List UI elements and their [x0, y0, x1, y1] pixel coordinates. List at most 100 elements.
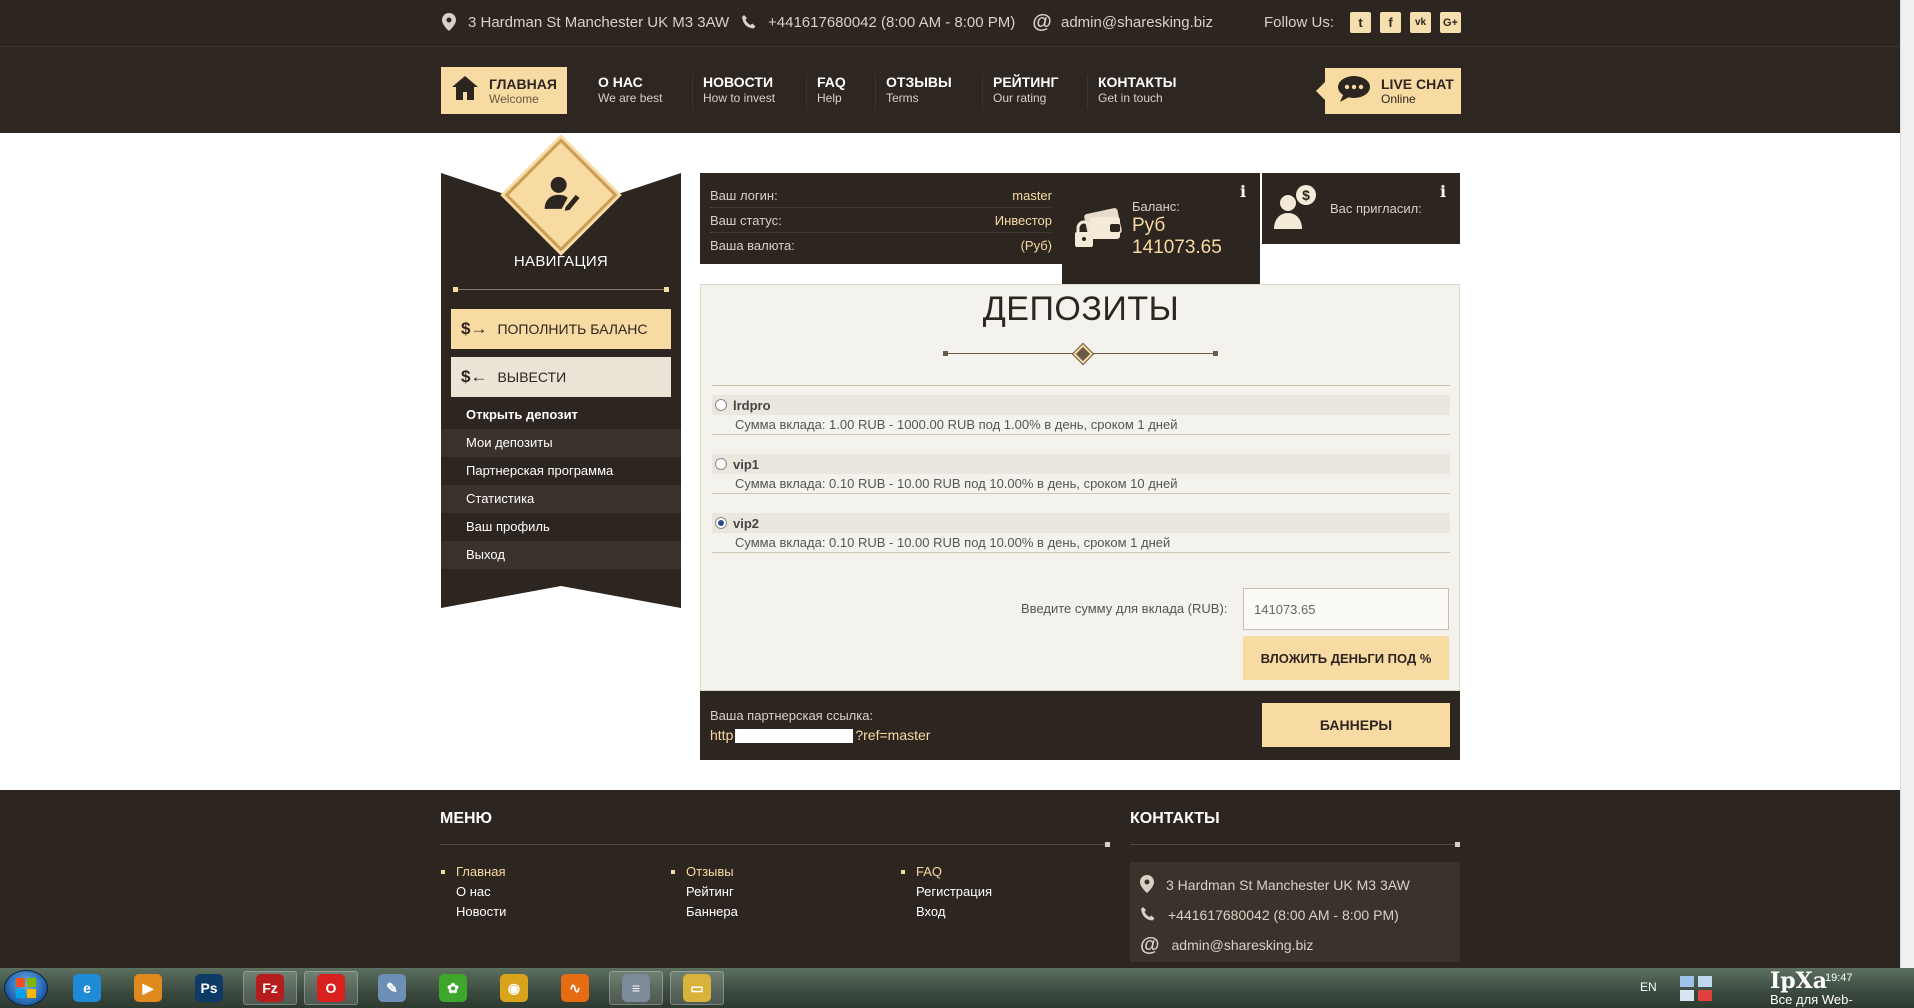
- topbar-email-text[interactable]: admin@sharesking.biz: [1061, 14, 1213, 31]
- footer-contacts-box: 3 Hardman St Manchester UK M3 3AW +44161…: [1130, 862, 1460, 962]
- nav-reviews[interactable]: ОТЗЫВЫ Terms: [875, 74, 952, 110]
- login-value: master: [1012, 188, 1052, 203]
- media-player-icon: ▶: [134, 974, 162, 1002]
- aimp-taskbar-button[interactable]: ∿: [548, 971, 602, 1005]
- dollar-in-icon: $→: [461, 319, 488, 338]
- nav-rating-subtitle: Our rating: [993, 91, 1047, 105]
- phone-icon: [740, 13, 758, 31]
- footer-link-register[interactable]: Регистрация: [901, 882, 992, 902]
- sidebar-item-my-deposits[interactable]: Мои депозиты: [441, 429, 681, 457]
- opera-taskbar-button[interactable]: O: [304, 971, 358, 1005]
- referral-link-suffix: ?ref=master: [855, 727, 931, 743]
- internet-explorer-icon: e: [73, 974, 101, 1002]
- internet-explorer-taskbar-button[interactable]: e: [60, 971, 114, 1005]
- media-player-taskbar-button[interactable]: ▶: [121, 971, 175, 1005]
- balance-label: Баланс:: [1132, 199, 1180, 214]
- paint-taskbar-button[interactable]: ✎: [365, 971, 419, 1005]
- footer-link-news[interactable]: Новости: [441, 902, 506, 922]
- footer-email[interactable]: @ admin@sharesking.biz: [1140, 930, 1450, 960]
- withdraw-button[interactable]: $← ВЫВЕСТИ: [451, 357, 671, 397]
- filezilla-taskbar-button[interactable]: Fz: [243, 971, 297, 1005]
- nav-contacts[interactable]: КОНТАКТЫ Get in touch: [1087, 74, 1176, 110]
- top-up-balance-button[interactable]: $→ ПОПОЛНИТЬ БАЛАНС: [451, 309, 671, 349]
- nav-about[interactable]: О НАС We are best: [588, 74, 662, 110]
- footer-link-home[interactable]: Главная: [441, 862, 506, 882]
- icq-taskbar-button[interactable]: ✿: [426, 971, 480, 1005]
- sidebar-navigation: НАВИГАЦИЯ $→ ПОПОЛНИТЬ БАЛАНС $← ВЫВЕСТИ…: [441, 138, 681, 608]
- nav-news[interactable]: НОВОСТИ How to invest: [692, 74, 775, 110]
- referrer-label: Вас пригласил:: [1330, 201, 1422, 216]
- sidebar-item-open-deposit[interactable]: Открыть депозит: [441, 401, 681, 429]
- currency-label: Ваша валюта:: [710, 238, 795, 253]
- footer-phone: +441617680042 (8:00 AM - 8:00 PM): [1140, 900, 1450, 930]
- topbar-address: 3 Hardman St Manchester UK M3 3AW: [440, 13, 729, 31]
- nav-contacts-subtitle: Get in touch: [1098, 91, 1163, 105]
- nav-home-title: ГЛАВНАЯ: [489, 75, 557, 92]
- amount-label: Введите сумму для вклада (RUB):: [1021, 601, 1228, 616]
- footer-link-about[interactable]: О нас: [441, 882, 506, 902]
- referral-bar: Ваша партнерская ссылка: http ?ref=master…: [700, 691, 1460, 760]
- live-chat-button[interactable]: LIVE CHAT Online: [1316, 68, 1461, 114]
- plan-option-lrdpro[interactable]: lrdpro Сумма вклада: 1.00 RUB - 1000.00 …: [712, 395, 1450, 435]
- facebook-icon[interactable]: f: [1380, 12, 1401, 33]
- file-explorer-icon: ▭: [683, 974, 711, 1002]
- top-info-bar: 3 Hardman St Manchester UK M3 3AW +44161…: [0, 0, 1900, 47]
- plan-name: vip2: [733, 515, 760, 531]
- footer-link-rating[interactable]: Рейтинг: [671, 882, 738, 902]
- footer-email-text[interactable]: admin@sharesking.biz: [1172, 937, 1314, 953]
- nav-faq[interactable]: FAQ Help: [806, 74, 846, 110]
- text-editor-taskbar-button[interactable]: ≡: [609, 971, 663, 1005]
- sidebar-item-affiliate[interactable]: Партнерская программа: [441, 457, 681, 485]
- footer-link-reviews[interactable]: Отзывы: [671, 862, 738, 882]
- google-plus-icon[interactable]: G+: [1440, 12, 1461, 33]
- main-navigation: ГЛАВНАЯ Welcome О НАС We are best НОВОСТ…: [0, 47, 1900, 133]
- footer-link-login[interactable]: Вход: [901, 902, 992, 922]
- sidebar-emblem: [504, 138, 618, 252]
- invest-button[interactable]: ВЛОЖИТЬ ДЕНЬГИ ПОД %: [1243, 636, 1449, 680]
- opera-icon: O: [317, 974, 345, 1002]
- photoshop-taskbar-button[interactable]: Ps: [182, 971, 236, 1005]
- plan-name: lrdpro: [733, 397, 771, 413]
- plan-radio-lrdpro[interactable]: [715, 399, 727, 411]
- plan-name: vip1: [733, 456, 760, 472]
- banners-button[interactable]: БАННЕРЫ: [1262, 703, 1450, 747]
- plan-option-vip1[interactable]: vip1 Сумма вклада: 0.10 RUB - 10.00 RUB …: [712, 454, 1450, 494]
- referrer-info-icon[interactable]: i: [1440, 182, 1446, 201]
- sidebar-title: НАВИГАЦИЯ: [513, 253, 609, 270]
- tray-network-icon[interactable]: [1676, 974, 1720, 1002]
- sidebar-item-logout[interactable]: Выход: [441, 541, 681, 569]
- plan-radio-vip1[interactable]: [715, 458, 727, 470]
- plans-separator: [712, 385, 1450, 386]
- page-scrollbar[interactable]: [1900, 0, 1914, 968]
- footer-link-banners[interactable]: Баннера: [671, 902, 738, 922]
- nav-home[interactable]: ГЛАВНАЯ Welcome: [441, 67, 567, 114]
- system-clock[interactable]: 19:47: [1825, 972, 1853, 984]
- sidebar-item-statistics[interactable]: Статистика: [441, 485, 681, 513]
- nav-rating[interactable]: РЕЙТИНГ Our rating: [982, 74, 1058, 110]
- file-explorer-taskbar-button[interactable]: ▭: [670, 971, 724, 1005]
- balance-info-icon[interactable]: i: [1240, 182, 1246, 201]
- footer-menu-col-1: Главная О нас Новости: [441, 862, 506, 922]
- plan-option-vip2[interactable]: vip2 Сумма вклада: 0.10 RUB - 10.00 RUB …: [712, 513, 1450, 553]
- sidebar-ribbon-tail: [441, 586, 681, 608]
- language-indicator[interactable]: EN: [1640, 980, 1657, 994]
- follow-us-label: Follow Us:: [1264, 14, 1335, 31]
- plan-description: Сумма вклада: 0.10 RUB - 10.00 RUB под 1…: [735, 476, 1178, 491]
- sidebar-item-profile[interactable]: Ваш профиль: [441, 513, 681, 541]
- chat-bubble-icon: [1337, 75, 1371, 108]
- chrome-taskbar-button[interactable]: ◉: [487, 971, 541, 1005]
- topbar-email[interactable]: @ admin@sharesking.biz: [1032, 11, 1213, 33]
- account-login-row: Ваш логин: master: [710, 183, 1052, 208]
- footer-menu-col-3: FAQ Регистрация Вход: [901, 862, 992, 922]
- watermark-logo: IpXa: [1770, 968, 1827, 994]
- login-label: Ваш логин:: [710, 188, 778, 203]
- start-button[interactable]: [4, 970, 48, 1006]
- footer-link-faq[interactable]: FAQ: [901, 862, 992, 882]
- vk-icon[interactable]: vk: [1410, 12, 1431, 33]
- currency-value: (Руб): [1020, 238, 1052, 253]
- user-edit-icon: [541, 173, 581, 218]
- plan-radio-vip2[interactable]: [715, 517, 727, 529]
- twitter-icon[interactable]: t: [1350, 12, 1371, 33]
- referral-link[interactable]: http ?ref=master: [710, 727, 931, 744]
- deposit-amount-input[interactable]: [1243, 588, 1449, 630]
